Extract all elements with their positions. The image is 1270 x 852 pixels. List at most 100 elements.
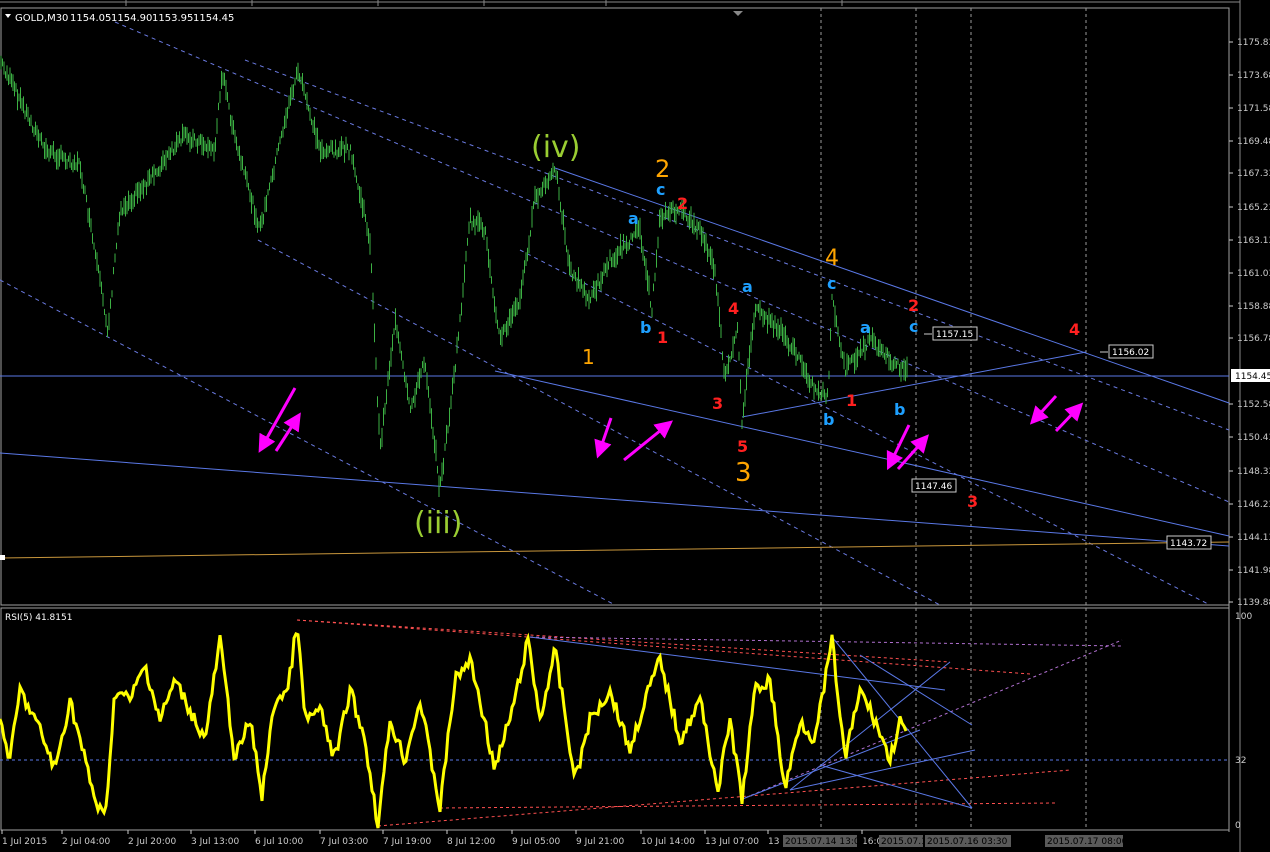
rsi-line	[0, 631, 908, 829]
price-tag-1157[interactable]: 1157.15	[924, 326, 978, 341]
support-line[interactable]	[0, 541, 1230, 559]
wave-label-blue-b: b	[640, 318, 651, 337]
wave-label-blue-c: c	[656, 180, 665, 199]
time-highlight-label: 2015.07.17 08:00	[1047, 837, 1128, 847]
down-arrow-icon	[258, 387, 297, 453]
collapse-icon[interactable]	[5, 14, 11, 18]
price-tick-label: 1156.78	[1237, 334, 1270, 344]
price-tag-1156[interactable]: 1156.02	[1100, 344, 1154, 359]
up-arrow-icon	[623, 420, 673, 462]
price-tick-label: 1163.13	[1237, 236, 1270, 246]
price-tick-label: 1146.23	[1237, 500, 1270, 510]
time-tick-label: 2 Jul 04:00	[62, 837, 111, 847]
wave-label-red-4b: 4	[1069, 320, 1080, 339]
main-chart-frame	[0, 7, 1230, 606]
rsi-blue-trendlines[interactable]	[529, 636, 976, 809]
price-candles	[0, 55, 908, 497]
wave-label-red-2b: 2	[908, 296, 919, 315]
time-tick-label: 13 Jul 07:00	[705, 837, 759, 847]
time-tick-label: 9 Jul 05:00	[512, 837, 561, 847]
time-highlight-label: 2015.07.14 13:00	[785, 837, 866, 847]
line-handle[interactable]	[0, 555, 5, 560]
wave-label-red-3: 3	[712, 394, 723, 413]
price-tick-label: 1165.23	[1237, 203, 1270, 213]
price-tick-label: 1148.33	[1237, 467, 1270, 477]
wave-label-blue-c2: c	[827, 274, 836, 293]
current-price-label: 1154.45	[1235, 372, 1270, 382]
price-axis-ticks: 1175.83 1173.68 1171.58 1169.48 1167.33 1165.…	[1229, 38, 1270, 608]
wave-label-red-5: 5	[737, 437, 748, 456]
price-tick-label: 1169.48	[1237, 137, 1270, 147]
time-tick-label: 2 Jul 20:00	[128, 837, 177, 847]
price-tick-label: 1167.33	[1237, 169, 1270, 179]
time-tick-label: 7 Jul 03:00	[320, 837, 369, 847]
symbol-label: GOLD,M30	[15, 13, 68, 24]
rsi-tick-0: 0	[1235, 821, 1241, 831]
price-tick-label: 1161.03	[1237, 269, 1270, 279]
price-tag-label: 1147.46	[915, 482, 952, 492]
shift-marker-icon[interactable]	[733, 11, 743, 16]
price-tick-label: 1152.58	[1237, 400, 1270, 410]
price-tick-label: 1144.13	[1237, 533, 1270, 543]
wave-label-red-1b: 1	[846, 391, 857, 410]
price-tag-label: 1157.15	[936, 330, 973, 340]
rsi-label: RSI(5) 41.8151	[5, 613, 72, 623]
up-arrow-icon	[1054, 402, 1084, 433]
wave-label-blue-b2: b	[823, 410, 834, 429]
trading-terminal-window: GOLD,M30 1154.05 1154.90 1153.95 1154.45…	[0, 0, 1270, 852]
wave-label-orange-1: 1	[582, 345, 595, 369]
wave-label-blue-c3: c	[909, 317, 918, 336]
price-tick-label: 1173.68	[1237, 71, 1270, 81]
wave-label-iii: (iii)	[414, 506, 462, 541]
ohlc-close: 1154.45	[193, 13, 234, 24]
price-tick-label: 1175.83	[1237, 38, 1270, 48]
solid-trendlines[interactable]	[0, 167, 1230, 547]
wave-label-blue-b3: b	[894, 400, 905, 419]
wave-label-red-4: 4	[728, 299, 739, 318]
price-tick-label: 1171.58	[1237, 104, 1270, 114]
time-tick-label: 10 Jul 14:00	[641, 837, 695, 847]
price-tag-1147[interactable]: 1147.46	[911, 478, 957, 493]
down-arrow-icon	[886, 424, 911, 471]
time-tick-label: 1 Jul 2015	[2, 837, 47, 847]
time-highlight-label: 2015.07.16 03:30	[927, 837, 1008, 847]
price-tick-label: 1139.88	[1237, 598, 1270, 608]
ohlc-high: 1154.90	[111, 13, 152, 24]
chart-canvas[interactable]: GOLD,M30 1154.05 1154.90 1153.95 1154.45…	[0, 0, 1270, 852]
wave-label-blue-a2: a	[742, 277, 753, 296]
wave-label-blue-a3: a	[860, 318, 871, 337]
vertical-time-markers[interactable]	[820, 8, 1087, 830]
price-tick-label: 1158.88	[1237, 302, 1270, 312]
wave-label-orange-3: 3	[735, 458, 752, 488]
wave-label-orange-4: 4	[825, 246, 839, 271]
wave-label-orange-2: 2	[655, 155, 670, 183]
time-tick-label: 3 Jul 13:00	[191, 837, 240, 847]
time-tick-label: 13	[768, 837, 779, 847]
price-tick-label: 1141.98	[1237, 566, 1270, 576]
time-tick-label: 9 Jul 21:00	[576, 837, 625, 847]
rsi-tick-32: 32	[1235, 756, 1246, 766]
rsi-tick-100: 100	[1235, 612, 1252, 622]
wave-label-iv: (iv)	[531, 130, 581, 165]
price-tag-1143[interactable]: 1143.72	[1166, 535, 1212, 550]
down-arrow-icon	[594, 417, 613, 459]
wave-labels[interactable]: (iv) (iii) 1 2 3 4 1 2 3 4 5 1 2 3 4 a b…	[414, 130, 1080, 541]
wave-label-red-1: 1	[657, 328, 668, 347]
time-tick-label: 7 Jul 19:00	[383, 837, 432, 847]
rsi-red-trendlines[interactable]	[296, 619, 1071, 827]
ohlc-open: 1154.05	[70, 13, 111, 24]
time-axis: 1 Jul 2015 2 Jul 04:00 2 Jul 20:00 3 Jul 13…	[1, 830, 1128, 847]
price-tick-label: 1150.43	[1237, 433, 1270, 443]
time-tick-label: 8 Jul 12:00	[447, 837, 496, 847]
direction-arrows[interactable]	[258, 387, 1084, 471]
wave-label-red-3b: 3	[967, 492, 978, 511]
price-tag-label: 1143.72	[1170, 539, 1207, 549]
wave-label-blue-a: a	[628, 209, 639, 228]
up-arrow-icon	[274, 412, 301, 452]
down-arrow-icon	[1029, 394, 1058, 425]
wave-label-red-2: 2	[677, 194, 688, 213]
ohlc-low: 1153.95	[152, 13, 193, 24]
price-tag-label: 1156.02	[1112, 348, 1149, 358]
time-tick-label: 6 Jul 10:00	[255, 837, 304, 847]
dashed-channel-lines[interactable]	[0, 21, 1230, 606]
